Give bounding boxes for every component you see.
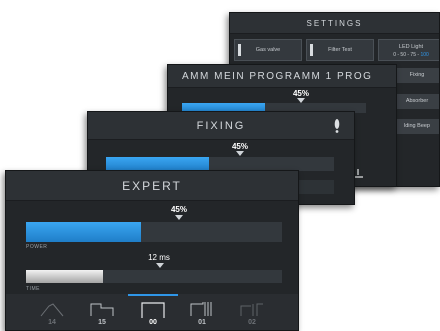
fixing-bar-fill (106, 157, 209, 171)
led-level-active: 100 (420, 52, 429, 58)
time-pointer-icon (156, 263, 164, 268)
fixing-bar-value: 45% (231, 142, 248, 151)
power-bar-fill (26, 222, 142, 242)
toggle-indicator-icon (238, 44, 241, 56)
program-title: AMM MEIN PROGRAMM 1 PROG (168, 65, 396, 88)
time-bar-fill (26, 270, 103, 283)
led-light-button[interactable]: LED Light 0 - 50 - 75 - 100 (378, 39, 439, 61)
led-levels: 0 - 50 - 75 - (393, 52, 421, 58)
program-selector-bar: 14 15 00 01 02 (6, 294, 298, 330)
pulse-curve-icon (40, 303, 64, 317)
expert-title: EXPERT (6, 171, 298, 201)
power-label: POWER (26, 244, 48, 250)
pulse-step-icon (90, 303, 114, 316)
settings-title: SETTINGS (230, 13, 439, 34)
power-value: 45% (170, 205, 187, 214)
fixing-bar-track[interactable] (106, 157, 334, 171)
program-01-button[interactable]: 01 (182, 294, 222, 330)
expert-screen: EXPERT 45% POWER 12 ms TIME 14 15 00 01 … (5, 170, 299, 331)
pulse-square-icon (141, 302, 165, 318)
led-light-label: LED Light (398, 44, 424, 50)
program-14-button[interactable]: 14 (32, 294, 72, 330)
filter-test-button[interactable]: Filter Test (306, 39, 374, 61)
filter-test-label: Filter Test (328, 47, 352, 53)
gas-valve-button[interactable]: Gas valve (234, 39, 302, 61)
program-number: 02 (248, 319, 256, 326)
program-02-button[interactable]: 02 (232, 294, 272, 330)
toggle-indicator-icon (310, 44, 313, 56)
time-label: TIME (26, 286, 40, 292)
fixing-bar-pointer-icon (236, 151, 244, 156)
power-pointer-icon (175, 215, 183, 220)
power-slider[interactable] (26, 222, 282, 242)
time-value: 12 ms (148, 253, 170, 262)
pulse-multi-icon (240, 303, 263, 316)
program-number: 01 (198, 319, 206, 326)
alert-icon (334, 119, 340, 133)
program-number: 00 (149, 319, 157, 326)
program-number: 15 (98, 319, 106, 326)
program-bar-value: 45% (292, 89, 309, 98)
pulse-train-icon (190, 302, 212, 316)
fixing-title: FIXING (88, 112, 354, 140)
time-slider[interactable] (26, 270, 282, 283)
program-00-button[interactable]: 00 (133, 294, 173, 330)
program-number: 14 (48, 319, 56, 326)
program-15-button[interactable]: 15 (82, 294, 122, 330)
gas-valve-label: Gas valve (255, 47, 281, 53)
